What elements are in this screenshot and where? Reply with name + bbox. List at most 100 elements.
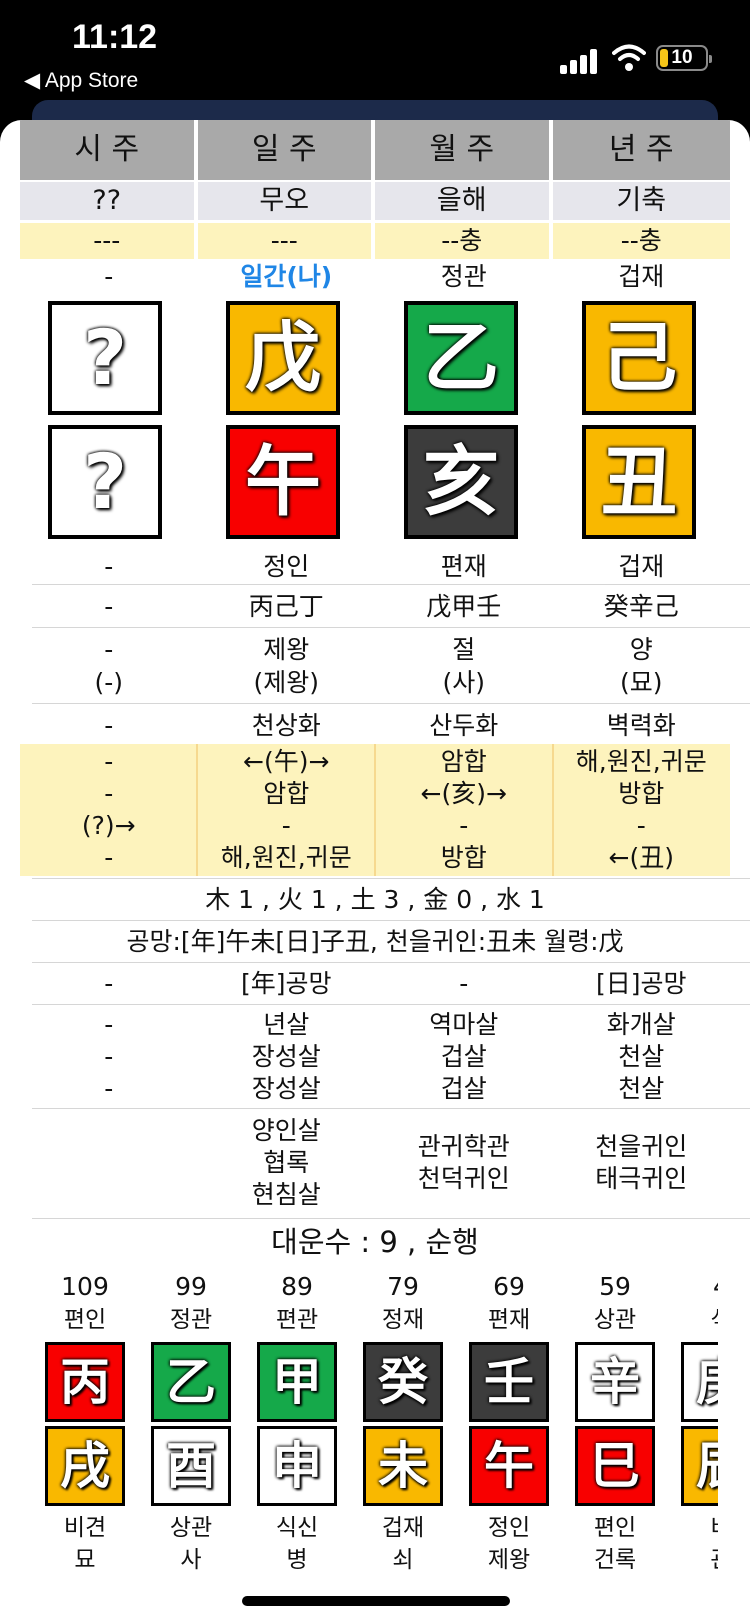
daewoon-stem-god: 정관 (169, 1307, 213, 1333)
day-branch-box[interactable]: 午 (226, 425, 340, 539)
branch-god-row: - 정인 편재 겁재 (20, 550, 730, 583)
relations-cell: - - (?)→ - (81, 747, 136, 872)
divider (32, 1218, 750, 1219)
hour-branch-box[interactable]: ? (48, 425, 162, 539)
home-indicator[interactable] (242, 1596, 510, 1606)
daewoon-stem-box: 甲 (257, 1342, 337, 1422)
year-stem-box[interactable]: 己 (582, 301, 696, 415)
chung-cell: --- (20, 223, 198, 259)
sinsal-row: - - - 년살 장성살 장성살 역마살 겁살 겁살 화개살 천살 천살 (20, 1009, 730, 1105)
gwiin-row: 양인살 협록 현침살 관귀학관 천덕귀인 천을귀인 태극귀인 (20, 1113, 730, 1213)
daewoon-branch-box: 酉 (151, 1426, 231, 1506)
daewoon-stage: 사 (180, 1547, 202, 1573)
saju-sheet: 시 주 일 주 월 주 년 주 ?? 무오 을해 기축 --- --- --충 … (0, 120, 750, 1624)
battery-level: 10 (671, 47, 693, 68)
wifi-icon (612, 44, 646, 71)
divider (32, 584, 750, 585)
daewoon-stem-box: 乙 (151, 1342, 231, 1422)
daewoon-age: 79 (387, 1272, 419, 1301)
daewoon-age: 4 (681, 1270, 718, 1304)
pillar-header: 시 주 (20, 120, 198, 180)
hidden-stems-row: - 丙己丁 戊甲壬 癸辛己 (20, 590, 730, 623)
daewoon-age: 99 (175, 1272, 207, 1301)
daewoon-branch-god: 겁재 (381, 1515, 425, 1541)
daewoon-branch-god: 비 (681, 1512, 718, 1544)
pillar-header-row: 시 주 일 주 월 주 년 주 (20, 120, 730, 180)
divider (32, 962, 750, 963)
branch-god: 편재 (440, 552, 487, 581)
stem-god: 겁재 (618, 262, 665, 291)
ganji-cell: ?? (20, 182, 198, 220)
year-branch-box[interactable]: 丑 (582, 425, 696, 539)
daewoon-stem-box: 癸 (363, 1342, 443, 1422)
ganji-row: ?? 무오 을해 기축 (20, 182, 730, 220)
status-time: 11:12 (72, 18, 158, 56)
daewoon-column[interactable]: 79 정재 癸 未 겁재 쇠 (363, 1270, 443, 1576)
pillar-header: 일 주 (197, 120, 375, 180)
gwiin-cell: 양인살 협록 현침살 (251, 1116, 321, 1209)
divider (32, 878, 750, 879)
pillar-header: 월 주 (375, 120, 553, 180)
daewoon-branch-box: 辰 (681, 1426, 718, 1506)
divider (32, 703, 750, 704)
daewoon-branch-box: 巳 (575, 1426, 655, 1506)
daewoon-branch-box: 申 (257, 1426, 337, 1506)
chung-row: --- --- --충 --충 (20, 223, 730, 259)
twelve-stages-row: - (-) 제왕 (제왕) 절 (사) 양 (묘) (20, 633, 730, 699)
sinsal-cell: 화개살 천살 천살 (606, 1010, 676, 1103)
hour-stem-box[interactable]: ? (48, 301, 162, 415)
hidden-stems: 戊甲壬 (426, 592, 502, 621)
gongmang-row: - [年]공망 - [日]공망 (20, 967, 730, 1000)
status-bar: 11:12 ◀ App Store 10 (0, 0, 750, 100)
napeum: 산두화 (429, 711, 499, 740)
twelve-stage: - (-) (94, 635, 124, 697)
daewoon-stem-god: 상관 (593, 1307, 637, 1333)
divider (32, 1108, 750, 1109)
relations-cell: 암합 ←(亥)→ - 방합 (420, 747, 507, 872)
elements-summary: 木 1 , 火 1 , 土 3 , 金 0 , 水 1 (205, 885, 545, 914)
daewoon-age: 69 (493, 1272, 525, 1301)
daewoon-branch-box: 未 (363, 1426, 443, 1506)
daewoon-row[interactable]: 109 편인 丙 戌 비견 묘 99 정관 乙 酉 상관 사 89 편관 甲 申… (0, 1270, 718, 1624)
daewoon-stem-god: 편인 (63, 1307, 107, 1333)
twelve-stage: 절 (사) (442, 635, 485, 697)
divider (32, 1004, 750, 1005)
daewoon-age: 59 (599, 1272, 631, 1301)
chung-cell: --충 (375, 223, 553, 259)
napeum: 벽력화 (606, 711, 676, 740)
daewoon-column[interactable]: 99 정관 乙 酉 상관 사 (151, 1270, 231, 1576)
daewoon-stem-box: 庚 (681, 1342, 718, 1422)
daewoon-stem-god: 식 (681, 1304, 718, 1336)
month-stem-box[interactable]: 乙 (404, 301, 518, 415)
relations-cell: 해,원진,귀문 방합 - ←(丑) (575, 747, 707, 872)
daewoon-stem-god: 편관 (275, 1307, 319, 1333)
daewoon-column[interactable]: 109 편인 丙 戌 비견 묘 (45, 1270, 125, 1576)
daewoon-stem-box: 辛 (575, 1342, 655, 1422)
chung-cell: --충 (552, 223, 730, 259)
branch-god: - (104, 552, 114, 581)
daewoon-column[interactable]: 4 식 庚 辰 비 관 (681, 1270, 718, 1576)
divider (32, 920, 750, 921)
napeum-row: - 천상화 산두화 벽력화 (20, 709, 730, 742)
daewoon-branch-god: 정인 (487, 1515, 531, 1541)
daewoon-title: 대운수 : 9 , 순행 (271, 1225, 479, 1259)
stem-god-row: - 일간(나) 정관 겁재 (20, 260, 730, 293)
gongmang-cell: - (459, 969, 469, 998)
daewoon-stage: 관 (681, 1544, 718, 1576)
month-branch-box[interactable]: 亥 (404, 425, 518, 539)
daewoon-column[interactable]: 69 편재 壬 午 정인 제왕 (469, 1270, 549, 1576)
gwiin-cell: 천을귀인 태극귀인 (595, 1132, 688, 1193)
daewoon-age: 89 (281, 1272, 313, 1301)
stem-god-day-master: 일간(나) (240, 262, 333, 291)
daewoon-age: 109 (61, 1272, 109, 1301)
cellular-signal-icon (560, 48, 600, 74)
ganji-cell: 을해 (375, 182, 553, 220)
gongmang-cell: [日]공망 (595, 969, 687, 998)
daewoon-column[interactable]: 89 편관 甲 申 식신 병 (257, 1270, 337, 1576)
chung-cell: --- (197, 223, 375, 259)
day-stem-box[interactable]: 戊 (226, 301, 340, 415)
back-to-app-store-link[interactable]: ◀ App Store (24, 68, 138, 93)
ganji-cell: 무오 (197, 182, 375, 220)
hidden-stems: 癸辛己 (603, 592, 679, 621)
daewoon-column[interactable]: 59 상관 辛 巳 편인 건록 (575, 1270, 655, 1576)
